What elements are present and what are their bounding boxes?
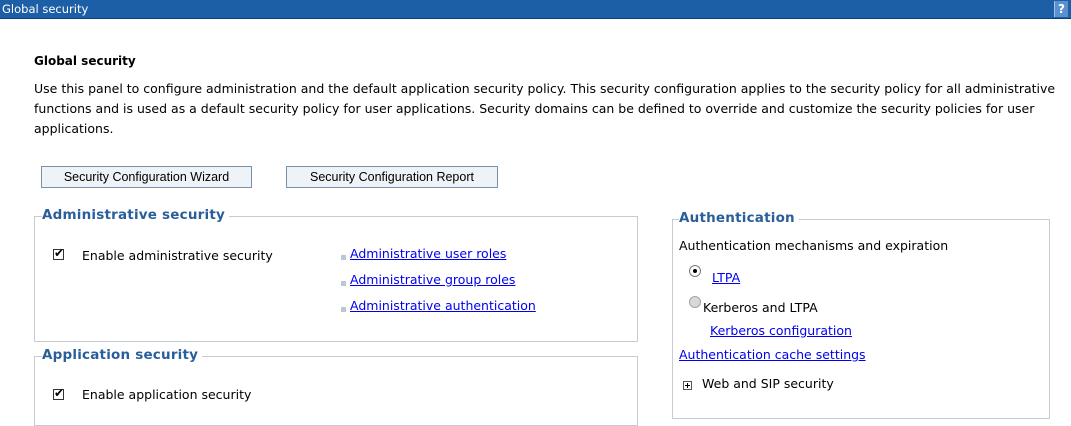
security-configuration-report-button[interactable]: Security Configuration Report [286,166,498,188]
administrative-security-legend: Administrative security [42,207,229,223]
bullet-icon [341,281,346,286]
authentication-group: Authentication Authentication mechanisms… [672,210,1050,419]
page-title: Global security [34,54,136,68]
panel-title: Global security [2,2,89,16]
enable-administrative-security-label: Enable administrative security [82,248,273,263]
administrative-group-roles-link[interactable]: Administrative group roles [350,272,515,287]
administrative-security-group: Administrative security Enable administr… [34,207,638,342]
security-configuration-wizard-button[interactable]: Security Configuration Wizard [41,166,252,188]
application-security-group: Application security Enable application … [34,347,638,426]
administrative-authentication-link[interactable]: Administrative authentication [350,298,536,313]
ltpa-link[interactable]: LTPA [712,270,740,285]
bullet-icon [341,255,346,260]
expand-icon[interactable] [683,381,692,390]
administrative-user-roles-link[interactable]: Administrative user roles [350,246,506,261]
intro-text: Use this panel to configure administrati… [34,81,1056,136]
authentication-mechanisms-label: Authentication mechanisms and expiration [679,238,949,253]
panel-titlebar: Global security ? [0,0,1071,19]
enable-application-security-checkbox[interactable] [53,386,64,400]
ltpa-radio[interactable] [689,265,701,277]
application-security-legend: Application security [42,347,203,363]
enable-application-security-label: Enable application security [82,387,252,402]
bullet-icon [341,307,346,312]
help-icon[interactable]: ? [1054,1,1068,17]
authentication-cache-settings-link[interactable]: Authentication cache settings [679,347,866,362]
kerberos-ltpa-label: Kerberos and LTPA [703,300,818,315]
enable-administrative-security-checkbox[interactable] [53,246,64,260]
authentication-legend: Authentication [679,210,799,226]
kerberos-configuration-link[interactable]: Kerberos configuration [710,323,852,338]
kerberos-ltpa-radio[interactable] [689,296,701,308]
web-sip-security-label[interactable]: Web and SIP security [702,376,834,391]
